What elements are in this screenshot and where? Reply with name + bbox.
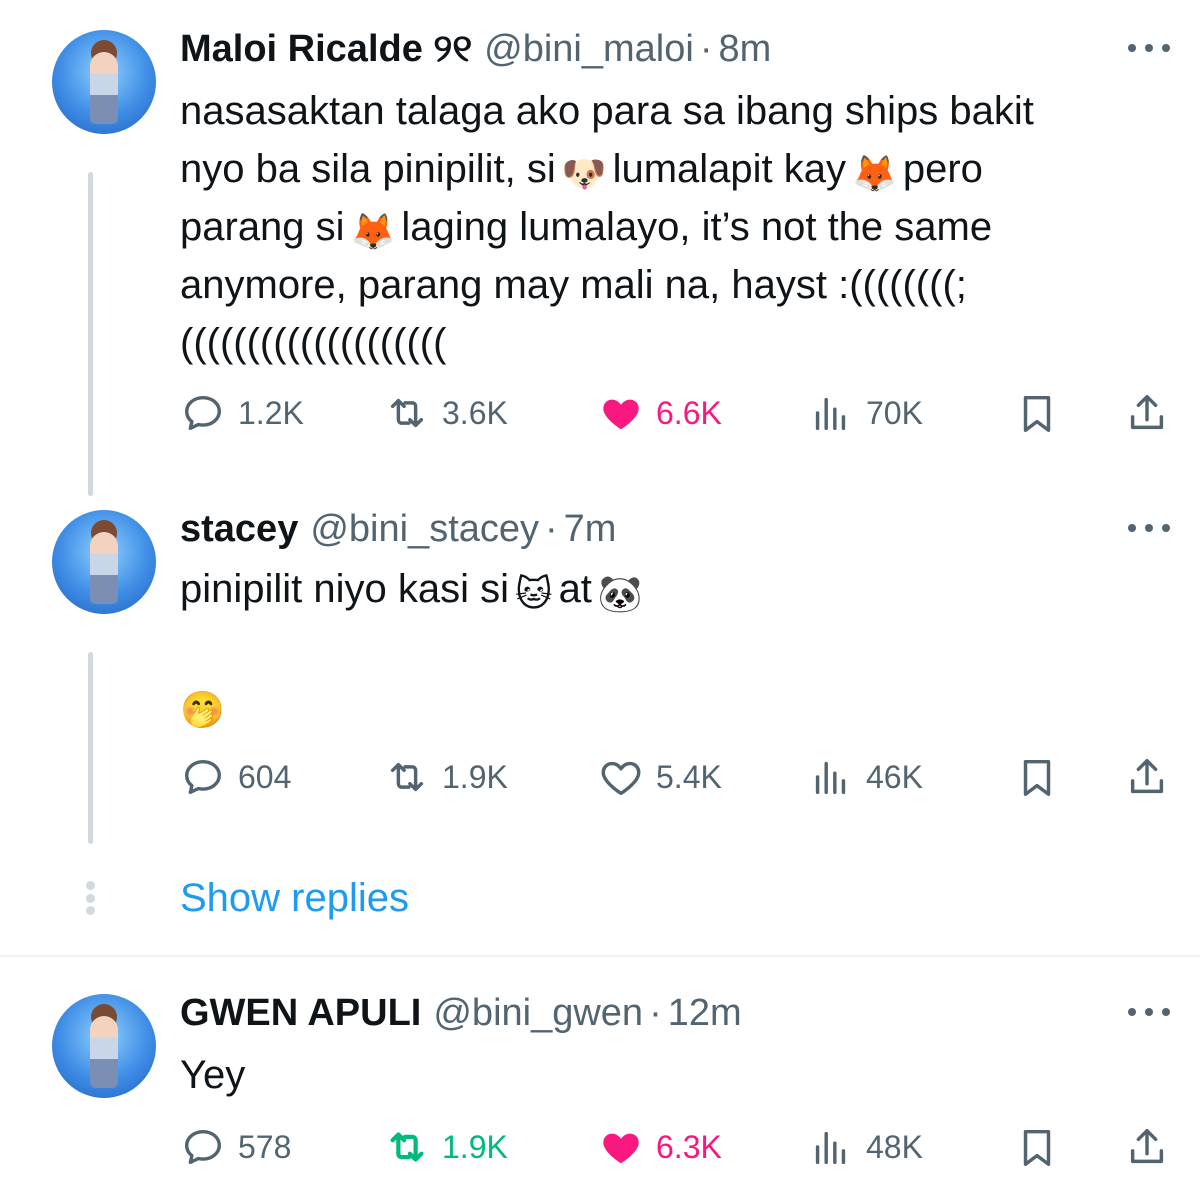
tweet-text-line: anymore, parang may mali na, hayst :((((… [180,263,967,307]
views-icon [815,1131,846,1165]
views-count: 46K [866,758,923,795]
thread-gap-dots [85,881,95,915]
fox-emoji: 🦊 [350,211,396,252]
like-button[interactable]: 6.6K [598,386,722,440]
tweet-text-line: 🤭 [180,676,1170,734]
more-icon[interactable] [1128,40,1170,56]
views-icon [815,761,846,795]
tweet-text: pinipilit niyo kasi si 🐱 at 🐼 🤭 [180,560,1170,734]
repost-icon [390,398,424,428]
panda-emoji: 🐼 [597,573,643,614]
avatar[interactable] [52,30,156,134]
tweet-text-line: Yey [180,1053,246,1097]
show-replies-link[interactable]: Show replies [180,876,409,921]
tweet-actions: 1.2K 3.6K 6.6K 70K [180,386,1170,440]
fox-emoji: 🦊 [852,153,897,194]
separator-dot: · [545,507,558,550]
display-name[interactable]: GWEN APULI [180,992,421,1035]
bookmark-button[interactable] [1014,750,1060,804]
repost-button[interactable]: 3.6K [384,386,508,440]
more-icon[interactable] [1128,1004,1170,1020]
tweet-actions: 578 1.9K 6.3K 48K [180,1120,1170,1174]
repost-count: 3.6K [442,394,508,431]
like-count: 6.3K [656,1128,722,1165]
timestamp[interactable]: 12m [668,992,742,1035]
repost-count: 1.9K [442,1128,508,1165]
reply-button[interactable]: 604 [180,750,291,804]
views-button[interactable]: 70K [808,386,923,440]
tweet-text: nasasaktan talaga ako para sa ibang ship… [180,82,1170,372]
repost-icon [390,762,424,792]
repost-button[interactable]: 1.9K [384,1120,508,1174]
tweet-actions: 604 1.9K 5.4K 46K [180,750,1170,804]
share-icon [1130,758,1164,794]
repost-count: 1.9K [442,758,508,795]
handle[interactable]: @bini_gwen [433,992,643,1035]
views-button[interactable]: 48K [808,1120,923,1174]
tweet-text: Yey [180,1046,1170,1104]
dog-emoji: 🐶 [561,153,607,194]
tweet-header: stacey @bini_stacey · 7m [180,504,616,554]
avatar[interactable] [52,510,156,614]
reply-count: 578 [238,1128,292,1165]
bookmark-button[interactable] [1014,386,1060,440]
reply-icon [184,1129,222,1165]
tweet-text-line: (((((((((((((((((((( [180,321,447,365]
reply-count: 604 [238,758,292,795]
views-count: 70K [866,394,923,431]
share-icon [1130,394,1164,430]
thread-line [88,172,93,496]
repost-button[interactable]: 1.9K [384,750,508,804]
reply-button[interactable]: 578 [180,1120,291,1174]
views-button[interactable]: 46K [808,750,923,804]
heart-icon [601,761,641,796]
separator-dot: · [699,27,713,70]
handle[interactable]: @bini_maloi [484,28,694,71]
like-button[interactable]: 5.4K [598,750,722,804]
share-button[interactable] [1124,386,1170,440]
bookmark-icon [1023,759,1051,796]
repost-icon [390,1132,424,1162]
cat-emoji: 🐱 [515,573,553,614]
heart-icon [603,1133,639,1164]
like-count: 5.4K [656,758,722,795]
reply-button[interactable]: 1.2K [180,386,304,440]
share-button[interactable] [1124,1120,1170,1174]
handle[interactable]: @bini_stacey [310,508,539,551]
tweet-header: GWEN APULI @bini_gwen · 12m [180,988,742,1038]
tweet-text-line: nasasaktan talaga ako para sa ibang ship… [180,89,1034,133]
separator-dot: · [649,991,662,1034]
bookmark-icon [1023,395,1051,432]
timestamp[interactable]: 8m [718,28,771,71]
hand-over-mouth-emoji: 🤭 [180,689,225,730]
tweet-text-line: parang si 🦊 laging lumalayo, it’s not the … [180,205,993,252]
tweet-text-line: nyo ba sila pinipilit, si 🐶 lumalapit kay 🦊… [180,147,983,194]
more-icon[interactable] [1128,520,1170,536]
avatar[interactable] [52,994,156,1098]
like-button[interactable]: 6.3K [598,1120,722,1174]
tweet-text-line: pinipilit niyo kasi si 🐱 at 🐼 [180,567,643,614]
reply-icon [184,759,222,795]
bookmark-button[interactable] [1014,1120,1060,1174]
reply-icon [184,395,222,431]
display-name[interactable]: stacey [180,508,298,551]
reply-count: 1.2K [238,394,304,431]
views-icon [815,397,846,431]
share-icon [1130,1128,1164,1164]
tweet-header: Maloi Ricalde ୨୧ @bini_maloi · 8m [180,24,771,74]
heart-icon [603,399,639,430]
timestamp[interactable]: 7m [564,508,617,551]
display-name[interactable]: Maloi Ricalde ୨୧ [180,28,472,71]
thread-line [88,652,93,844]
share-button[interactable] [1124,750,1170,804]
views-count: 48K [866,1128,923,1165]
bookmark-icon [1023,1129,1051,1166]
divider [0,955,1200,957]
like-count: 6.6K [656,394,722,431]
